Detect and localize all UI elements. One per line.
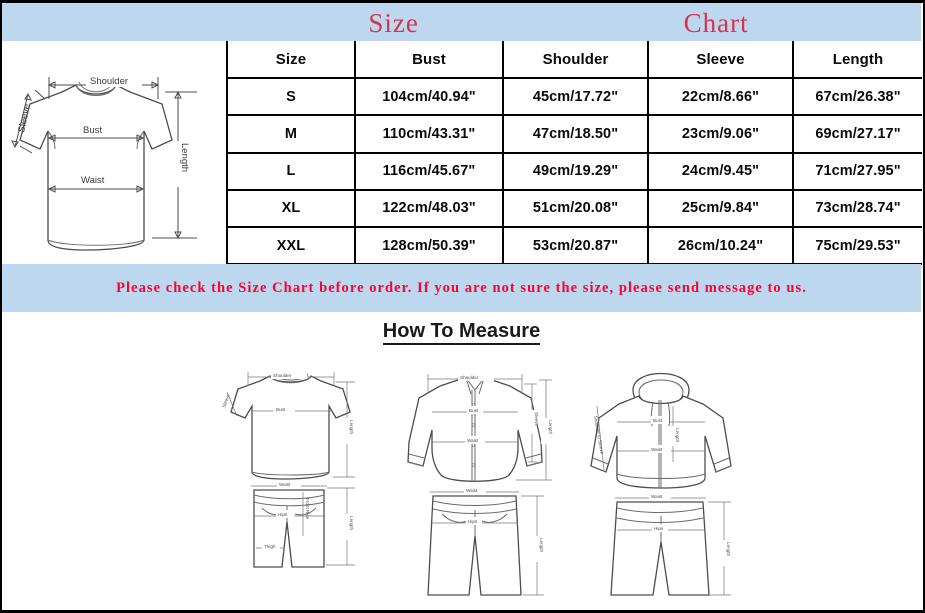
how-to-measure-heading: How To Measure bbox=[2, 320, 921, 345]
column-header-sleeve: Sleeve bbox=[647, 41, 794, 80]
label-hips: Hips bbox=[278, 512, 288, 517]
cell-bust: 122cm/48.03" bbox=[354, 188, 504, 228]
cell-shoulder: 49cm/19.29" bbox=[502, 151, 649, 191]
label-sleeve: Sleeve bbox=[534, 412, 539, 426]
label-length: Length bbox=[539, 538, 544, 552]
cell-length: 73cm/28.74" bbox=[792, 188, 922, 228]
diagram-tshirt-and-shorts: Shoulder Sleeve Bust Length Waist Hips F… bbox=[207, 350, 377, 605]
cell-sleeve: 22cm/8.66" bbox=[647, 77, 794, 117]
tshirt-shorts-svg: Shoulder Sleeve Bust Length Waist Hips F… bbox=[221, 371, 355, 568]
label-length: Length bbox=[675, 428, 680, 442]
hoodie-sweatpants-svg: Shoulder to Sleeve Bust Waist Length Wai… bbox=[590, 372, 732, 596]
label-thigh: Thigh bbox=[264, 544, 276, 549]
cell-size: L bbox=[226, 151, 356, 191]
cell-size: XXL bbox=[226, 225, 356, 266]
label-shoulder: Shoulder bbox=[273, 373, 292, 378]
label-bust: Bust bbox=[83, 125, 102, 136]
label-waist: Waist bbox=[81, 175, 105, 186]
table-row: L 116cm/45.67" 49cm/19.29" 24cm/9.45" 71… bbox=[226, 151, 922, 191]
cell-shoulder: 51cm/20.08" bbox=[502, 188, 649, 228]
cell-size: S bbox=[226, 77, 356, 117]
table-row: S 104cm/40.94" 45cm/17.72" 22cm/8.66" 67… bbox=[226, 77, 922, 117]
tshirt-svg: Shoulder Sleeve Bust Waist Length bbox=[11, 75, 197, 251]
cell-length: 69cm/27.17" bbox=[792, 114, 922, 154]
label-length: Length bbox=[548, 420, 553, 434]
measure-diagram-row: Shoulder Sleeve Bust Length Waist Hips F… bbox=[207, 350, 747, 605]
page-title: Size Chart bbox=[226, 5, 921, 41]
label-bust: Bust bbox=[653, 418, 663, 423]
label-shoulder: Shoulder bbox=[460, 375, 479, 380]
cell-shoulder: 47cm/18.50" bbox=[502, 114, 649, 154]
cell-bust: 104cm/40.94" bbox=[354, 77, 504, 117]
notice-banner: Please check the Size Chart before order… bbox=[2, 264, 921, 312]
label-waist: Waist bbox=[651, 447, 663, 452]
how-to-measure-heading-text: How To Measure bbox=[382, 320, 541, 345]
label-bust: Bust bbox=[276, 407, 286, 412]
cell-size: M bbox=[226, 114, 356, 154]
label-length: Length bbox=[349, 516, 354, 530]
label-bust: Bust bbox=[469, 408, 479, 413]
cell-bust: 110cm/43.31" bbox=[354, 114, 504, 154]
diagram-hoodie-and-sweatpants: Shoulder to Sleeve Bust Waist Length Wai… bbox=[577, 350, 747, 605]
label-length: Length bbox=[726, 542, 731, 556]
how-to-measure-section: How To Measure Shoulder Sleeve Bust Leng… bbox=[2, 312, 921, 610]
column-header-bust: Bust bbox=[354, 41, 504, 80]
column-header-size: Size bbox=[226, 41, 356, 80]
cell-sleeve: 25cm/9.84" bbox=[647, 188, 794, 228]
cell-length: 67cm/26.38" bbox=[792, 77, 922, 117]
top-section: Size Chart Shoulder Sleeve Bust Waist Le… bbox=[2, 3, 922, 266]
size-chart-page: Size Chart Shoulder Sleeve Bust Waist Le… bbox=[0, 0, 925, 613]
table-row: M 110cm/43.31" 47cm/18.50" 23cm/9.06" 69… bbox=[226, 114, 922, 154]
page-title-size: Size bbox=[368, 7, 419, 38]
label-length: Length bbox=[349, 420, 354, 434]
label-waist: Waist bbox=[279, 482, 291, 487]
cell-length: 75cm/29.53" bbox=[792, 225, 922, 266]
label-shoulder: Shoulder bbox=[90, 76, 128, 87]
table-row: XL 122cm/48.03" 51cm/20.08" 25cm/9.84" 7… bbox=[226, 188, 922, 228]
label-waist: Waist bbox=[467, 438, 479, 443]
label-length: Length bbox=[179, 143, 190, 172]
table-row: XXL 128cm/50.39" 53cm/20.87" 26cm/10.24"… bbox=[226, 225, 922, 266]
cell-shoulder: 53cm/20.87" bbox=[502, 225, 649, 266]
cell-length: 71cm/27.95" bbox=[792, 151, 922, 191]
table-header-row: Size Bust Shoulder Sleeve Length bbox=[226, 41, 922, 80]
tshirt-measure-illustration: Shoulder Sleeve Bust Waist Length bbox=[2, 41, 226, 264]
label-waist: Waist bbox=[651, 494, 663, 499]
size-table: Size Bust Shoulder Sleeve Length S 104cm… bbox=[226, 41, 922, 266]
cell-sleeve: 24cm/9.45" bbox=[647, 151, 794, 191]
diagram-shirt-and-pants: Shoulder Bust Waist Sleeve Length Waist … bbox=[392, 350, 562, 605]
column-header-shoulder: Shoulder bbox=[502, 41, 649, 80]
cell-bust: 116cm/45.67" bbox=[354, 151, 504, 191]
shirt-pants-svg: Shoulder Bust Waist Sleeve Length Waist … bbox=[407, 373, 553, 596]
page-title-chart: Chart bbox=[683, 7, 749, 38]
label-front-rise: Front Rise bbox=[305, 498, 310, 520]
cell-bust: 128cm/50.39" bbox=[354, 225, 504, 266]
cell-shoulder: 45cm/17.72" bbox=[502, 77, 649, 117]
cell-sleeve: 23cm/9.06" bbox=[647, 114, 794, 154]
notice-text: Please check the Size Chart before order… bbox=[116, 279, 807, 296]
label-hips: Hips bbox=[468, 519, 478, 524]
label-waist: Waist bbox=[466, 488, 478, 493]
cell-sleeve: 26cm/10.24" bbox=[647, 225, 794, 266]
label-hips: Hips bbox=[654, 526, 664, 531]
column-header-length: Length bbox=[792, 41, 922, 80]
label-sleeve: Sleeve bbox=[221, 393, 231, 408]
cell-size: XL bbox=[226, 188, 356, 228]
